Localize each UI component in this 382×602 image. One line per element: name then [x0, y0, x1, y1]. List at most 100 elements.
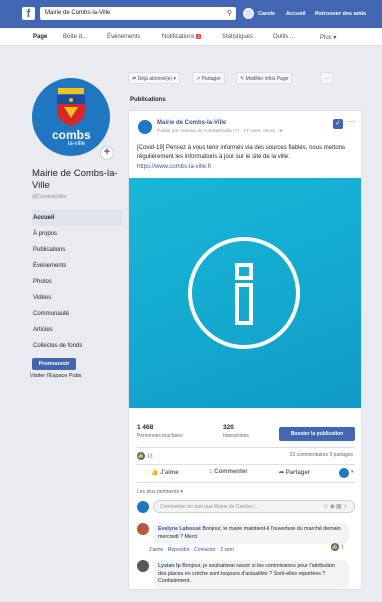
commenter-name[interactable]: Evelyne Labossé: [158, 526, 201, 532]
commenter-name[interactable]: Lysian Ip: [158, 563, 181, 569]
top-bar: f Mairie de Combs-la-Ville ⚲ Carole Accu…: [0, 0, 382, 28]
post-text: [Covid-19] Pensez à vous tenir informés …: [137, 145, 346, 160]
post-author-avatar[interactable]: [137, 119, 153, 135]
post-image[interactable]: [129, 178, 361, 408]
profile-picture[interactable]: combs la-ville: [32, 78, 110, 156]
left-nav-community[interactable]: Communauté: [32, 306, 122, 322]
interactions-count: 320: [223, 424, 234, 431]
left-nav-home[interactable]: Accueil: [32, 210, 122, 226]
reached-label: Personnes touchées: [137, 433, 183, 439]
tab-notifications[interactable]: Notifications 2: [162, 34, 201, 40]
facebook-logo[interactable]: f: [22, 7, 35, 20]
divider: [137, 447, 355, 448]
commenter-avatar[interactable]: [137, 523, 149, 535]
ads-center-link[interactable]: Visiter l'Espace Pubs: [30, 373, 81, 379]
comment-actions[interactable]: J'aime · Répondre · Contacter · 2 sem: [149, 547, 234, 553]
reactions-summary[interactable]: 👍 13: [137, 452, 153, 460]
tab-more[interactable]: Plus ▾: [320, 34, 336, 41]
like-reaction-icon: 👍: [331, 543, 339, 551]
edit-page-info-label: Modifier infos Page: [245, 76, 289, 82]
post-meta: Publié par Antoine de CombslaVille (?) ·…: [157, 129, 282, 134]
share-button-label: Partager: [285, 470, 311, 476]
user-avatar[interactable]: [243, 8, 254, 19]
post-card: Mairie de Combs-la-Ville Publié par Anto…: [128, 110, 362, 590]
profile-logo-text: combs: [52, 128, 91, 142]
tab-tools[interactable]: Outils ...: [273, 34, 295, 40]
left-nav: Accueil À propos Publications Événements…: [32, 210, 122, 354]
like-button-label: J'aime: [160, 470, 179, 476]
comment-input[interactable]: Commenter en tant que Mairie de Combs-l.…: [153, 500, 355, 513]
divider: [137, 464, 355, 465]
left-nav-about[interactable]: À propos: [32, 226, 122, 242]
user-name-link[interactable]: Carole: [258, 11, 275, 17]
left-nav-events[interactable]: Événements: [32, 258, 122, 274]
post-as-avatar[interactable]: [339, 468, 349, 478]
tab-notifications-label: Notifications: [162, 34, 195, 40]
share-button[interactable]: ➦ Partager: [279, 469, 310, 476]
comments-shares-count[interactable]: 23 commentaires 3 partages: [290, 452, 353, 458]
share-page-button[interactable]: ↗ Partager: [192, 72, 225, 84]
profile-logo-sub: la-ville: [68, 141, 86, 147]
share-icon: ↗: [196, 76, 201, 82]
left-nav-posts[interactable]: Publications: [32, 242, 122, 258]
post-more-icon[interactable]: ···: [347, 117, 355, 126]
more-options-button[interactable]: ···: [320, 72, 333, 84]
info-icon: [188, 237, 300, 349]
subscribed-button[interactable]: ⇌ Déjà abonné(e) ▾: [128, 72, 180, 84]
commenter-avatar[interactable]: [137, 560, 149, 572]
edit-page-info-button[interactable]: ✎ Modifier infos Page: [236, 72, 293, 84]
comment-bubble: Lysian Ip Bonjour, je souhaiterai savoir…: [153, 560, 349, 589]
subscribed-label: Déjà abonné(e) ▾: [137, 76, 176, 82]
home-link[interactable]: Accueil: [286, 11, 306, 17]
notification-badge: 2: [196, 34, 201, 39]
tab-inbox[interactable]: Boîte d...: [63, 34, 87, 40]
thumbs-up-icon: 👍: [151, 470, 159, 476]
find-friends-link[interactable]: Retrouver des amis: [315, 11, 366, 17]
search-input[interactable]: Mairie de Combs-la-Ville ⚲: [40, 7, 236, 20]
share-page-label: Partager: [201, 76, 221, 82]
comment-reaction-count[interactable]: 👍 1: [331, 543, 344, 551]
comment-reaction-number: 1: [341, 544, 344, 551]
like-reaction-icon: 👍: [137, 452, 145, 460]
subscribed-icon: ⇌: [132, 76, 137, 82]
comment-composer: Commenter en tant que Mairie de Combs-l.…: [137, 500, 355, 514]
comment-placeholder: Commenter en tant que Mairie de Combs-l.…: [160, 504, 259, 510]
left-nav-photos[interactable]: Photos: [32, 274, 122, 290]
pencil-icon: ✎: [240, 76, 245, 82]
comment-icon: □: [209, 469, 213, 475]
comment-bubble: Evelyne Labossé Bonjour, le maire mainti…: [153, 523, 349, 544]
post-select-checkbox-icon[interactable]: ✓: [333, 119, 343, 129]
post-actions: 👍 J'aime □ Commenter ➦ Partager ▾: [137, 467, 355, 481]
tab-insights[interactable]: Statistiques: [222, 34, 253, 40]
tab-events[interactable]: Événements: [107, 34, 140, 40]
tab-page[interactable]: Page: [33, 34, 47, 40]
like-button[interactable]: 👍 J'aime: [151, 469, 179, 476]
page-title: Mairie de Combs-la-Ville: [32, 168, 118, 191]
post-link[interactable]: https://www.combs-la-ville.fr: [137, 164, 211, 170]
boost-post-button[interactable]: Booster la publication: [279, 427, 355, 441]
comment-text: Bonjour, je souhaiterai savoir si les co…: [158, 563, 335, 584]
publications-header: Publications: [130, 97, 166, 103]
left-nav-videos[interactable]: Vidéos: [32, 290, 122, 306]
comment-attach-icons[interactable]: ☺◉▦☆: [323, 503, 349, 510]
add-photo-icon[interactable]: +: [100, 146, 114, 160]
likes-count: 13: [147, 453, 153, 460]
left-nav-articles[interactable]: Articles: [32, 322, 122, 338]
chevron-down-icon[interactable]: ▾: [351, 469, 354, 475]
commenter-avatar: [137, 501, 149, 513]
comment-sort-dropdown[interactable]: Les plus pertinents ▾: [137, 489, 183, 495]
search-value: Mairie de Combs-la-Ville: [45, 10, 111, 16]
page-nav: Page Boîte d... Événements Notifications…: [0, 28, 382, 46]
left-nav-fundraisers[interactable]: Collectes de fonds: [32, 338, 122, 354]
globe-icon: ●: [279, 129, 283, 134]
reached-count: 1 468: [137, 424, 154, 431]
town-crest-icon: [54, 85, 88, 126]
page-action-bar: ⇌ Déjà abonné(e) ▾ ↗ Partager ✎ Modifier…: [128, 72, 364, 86]
search-icon[interactable]: ⚲: [227, 9, 232, 17]
divider: [137, 482, 355, 483]
post-author[interactable]: Mairie de Combs-la-Ville: [157, 120, 226, 126]
page-handle[interactable]: @CombslaVille: [32, 194, 66, 200]
promote-button[interactable]: Promouvoir: [32, 358, 76, 370]
interactions-label: Interactions: [223, 433, 249, 439]
comment-button[interactable]: □ Commenter: [209, 469, 248, 475]
